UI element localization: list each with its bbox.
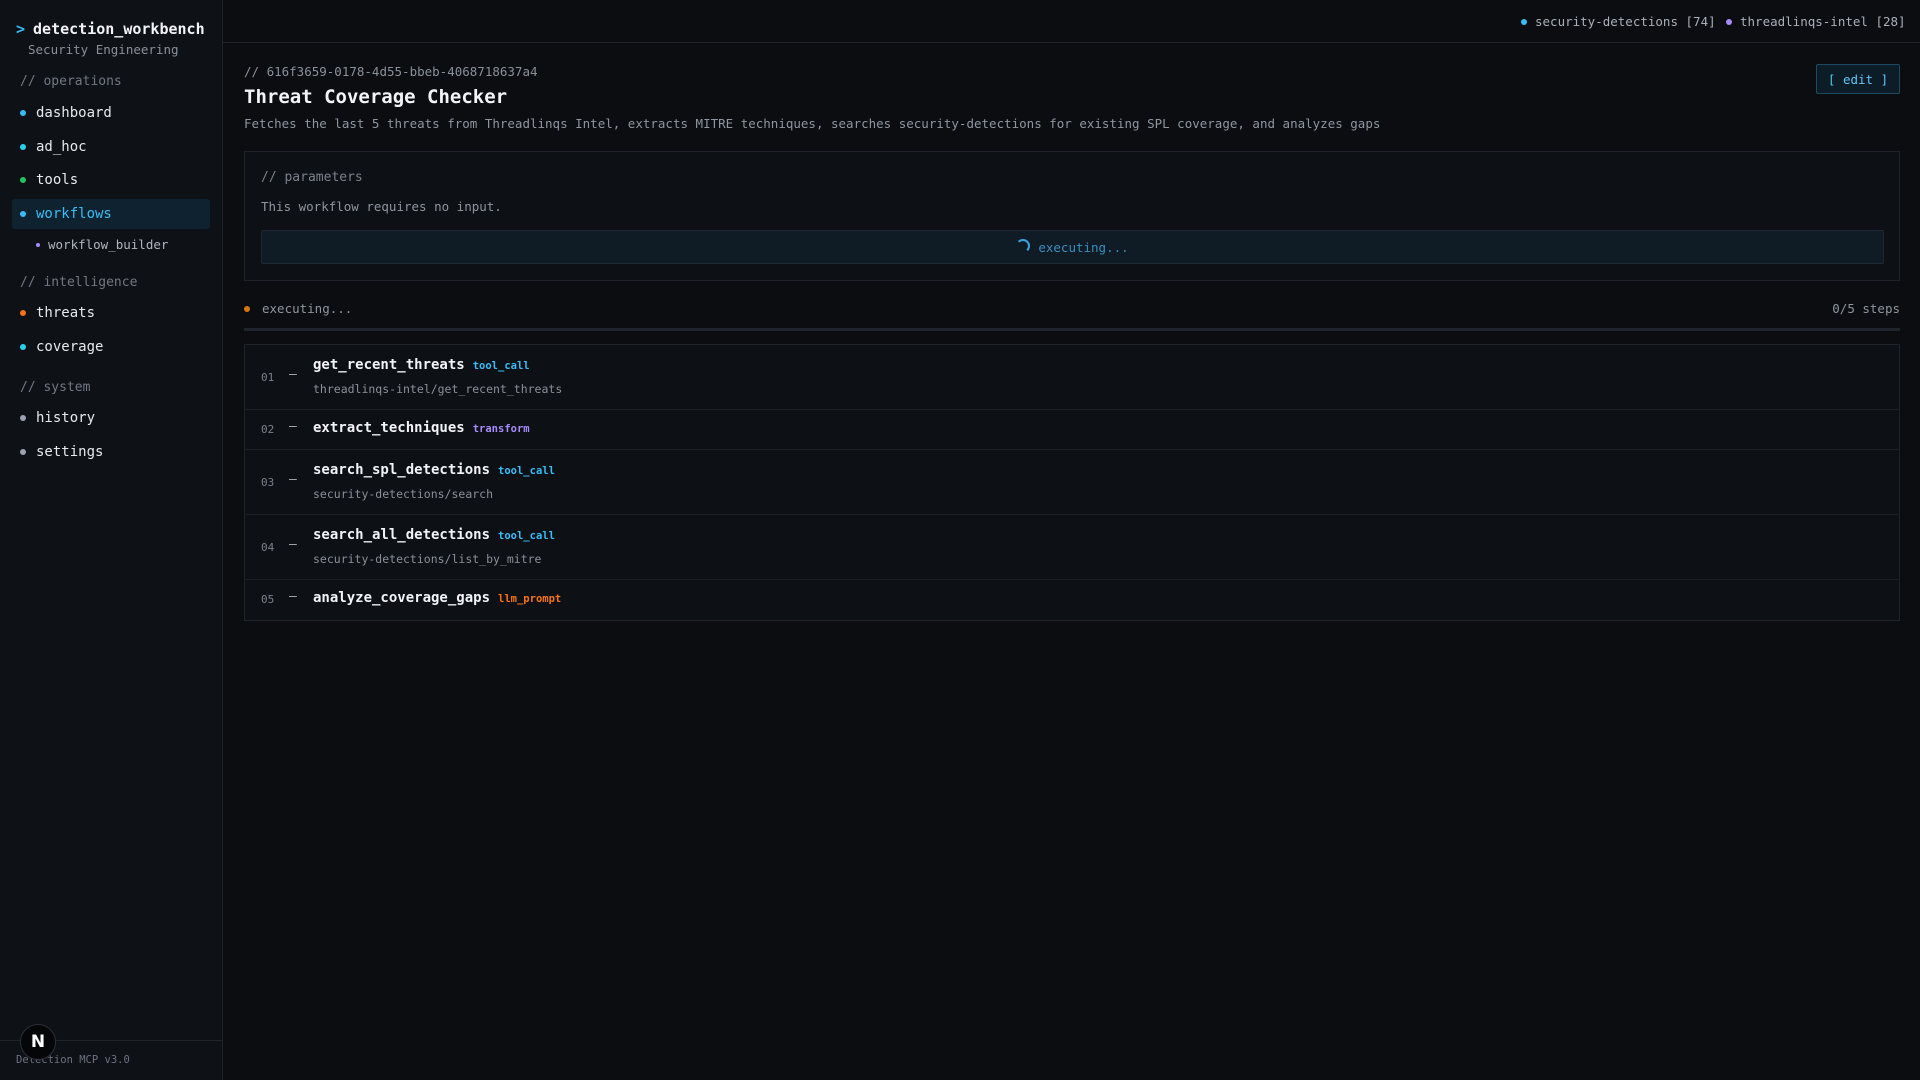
step-number: 02 [261,423,275,436]
connection-security-detections[interactable]: security-detections [74] [1521,14,1716,29]
status-text: executing... [262,301,353,316]
step-name: analyze_coverage_gaps [313,590,491,606]
status-dot-icon [244,306,250,312]
sidebar-subitem-label: workflow_builder [48,237,169,252]
top-bar: security-detections [74] threadlinqs-int… [223,0,1920,43]
step-path: security-detections/list_by_mitre [313,552,542,566]
spinner-icon [1016,238,1031,253]
pending-dash-icon: — [289,419,297,434]
edit-button[interactable]: [ edit ] [1816,64,1900,94]
status-dot-icon [20,344,26,350]
step-number: 05 [261,593,275,606]
step-number: 01 [261,371,275,384]
connection-dot-icon [1726,18,1732,25]
step-path: security-detections/search [313,487,494,501]
sidebar-subitem-workflow-builder[interactable]: workflow_builder [36,237,168,252]
step-path: threadlinqs-intel/get_recent_threats [313,382,563,396]
step-row[interactable]: 01 — get_recent_threats tool_call threadl… [245,345,1899,410]
step-number: 04 [261,541,275,554]
app-title[interactable]: > detection_workbench [16,20,205,38]
sidebar-item-tools[interactable]: tools [12,165,210,195]
sidebar-item-workflows[interactable]: workflows [12,199,210,229]
n-logo-icon[interactable]: N [20,1024,56,1060]
parameters-note: This workflow requires no input. [261,199,502,214]
pending-dash-icon: — [289,367,297,382]
sidebar-item-label: threats [36,305,96,321]
status-dot-icon [20,449,26,455]
step-type-tag: tool_call [498,465,555,477]
step-number: 03 [261,476,275,489]
parameters-panel: // parameters This workflow requires no … [244,151,1900,281]
bullet-icon [36,242,40,247]
connection-dot-icon [1521,18,1527,25]
progress-bar [244,328,1900,331]
section-operations: // operations [20,74,122,89]
pending-dash-icon: — [289,589,297,604]
step-name: search_spl_detections [313,462,491,478]
connection-label: threadlinqs-intel [28] [1740,14,1906,29]
parameters-heading: // parameters [261,170,363,185]
sidebar-item-coverage[interactable]: coverage [12,332,210,362]
status-dot-icon [20,211,26,217]
connection-label: security-detections [74] [1535,14,1716,29]
sidebar-item-ad-hoc[interactable]: ad_hoc [12,132,210,162]
pending-dash-icon: — [289,537,297,552]
status-dot-icon [20,415,26,421]
status-dot-icon [20,310,26,316]
sidebar-item-label: coverage [36,339,104,355]
section-system: // system [20,380,91,395]
prompt-icon: > [16,20,26,38]
step-type-tag: tool_call [472,360,530,372]
step-type-tag: tool_call [498,530,555,542]
execution-status: executing... 0/5 steps [244,300,1900,318]
sidebar-item-label: workflows [36,206,112,222]
app-name: detection_workbench [33,20,205,38]
step-type-tag: transform [472,423,530,435]
sidebar-item-label: tools [36,172,79,188]
sidebar-item-label: ad_hoc [36,139,87,155]
app-subtitle: Security Engineering [28,42,179,57]
section-intelligence: // intelligence [20,275,138,290]
sidebar-item-label: dashboard [36,105,112,121]
sidebar-item-dashboard[interactable]: dashboard [12,98,210,128]
sidebar: > detection_workbench Security Engineerin… [0,0,223,1080]
step-row[interactable]: 02 — extract_techniques transform [245,410,1899,450]
status-dot-icon [20,144,26,150]
step-name: search_all_detections [313,527,491,543]
step-type-tag: llm_prompt [498,593,562,605]
connection-threadlinqs-intel[interactable]: threadlinqs-intel [28] [1726,14,1906,29]
step-name: get_recent_threats [313,357,465,373]
sidebar-item-history[interactable]: history [12,403,210,433]
workflow-description: Fetches the last 5 threats from Threadli… [244,116,1381,131]
steps-list: 01 — get_recent_threats tool_call threadl… [244,344,1900,621]
step-row[interactable]: 05 — analyze_coverage_gaps llm_prompt [245,580,1899,620]
status-dot-icon [20,177,26,183]
step-row[interactable]: 03 — search_spl_detections tool_call secu… [245,450,1899,515]
step-count: 0/5 steps [1832,301,1900,316]
workflow-id: // 616f3659-0178-4d55-bbeb-4068718637a4 [244,64,538,79]
sidebar-item-settings[interactable]: settings [12,437,210,467]
step-row[interactable]: 04 — search_all_detections tool_call secu… [245,515,1899,580]
status-dot-icon [20,110,26,116]
page-title: Threat Coverage Checker [244,86,508,108]
step-name: extract_techniques [313,420,465,436]
pending-dash-icon: — [289,472,297,487]
sidebar-item-threats[interactable]: threats [12,298,210,328]
sidebar-item-label: settings [36,444,104,460]
execute-button-label: executing... [1038,239,1129,255]
execute-button[interactable]: executing... [261,230,1884,264]
sidebar-item-label: history [36,410,96,426]
